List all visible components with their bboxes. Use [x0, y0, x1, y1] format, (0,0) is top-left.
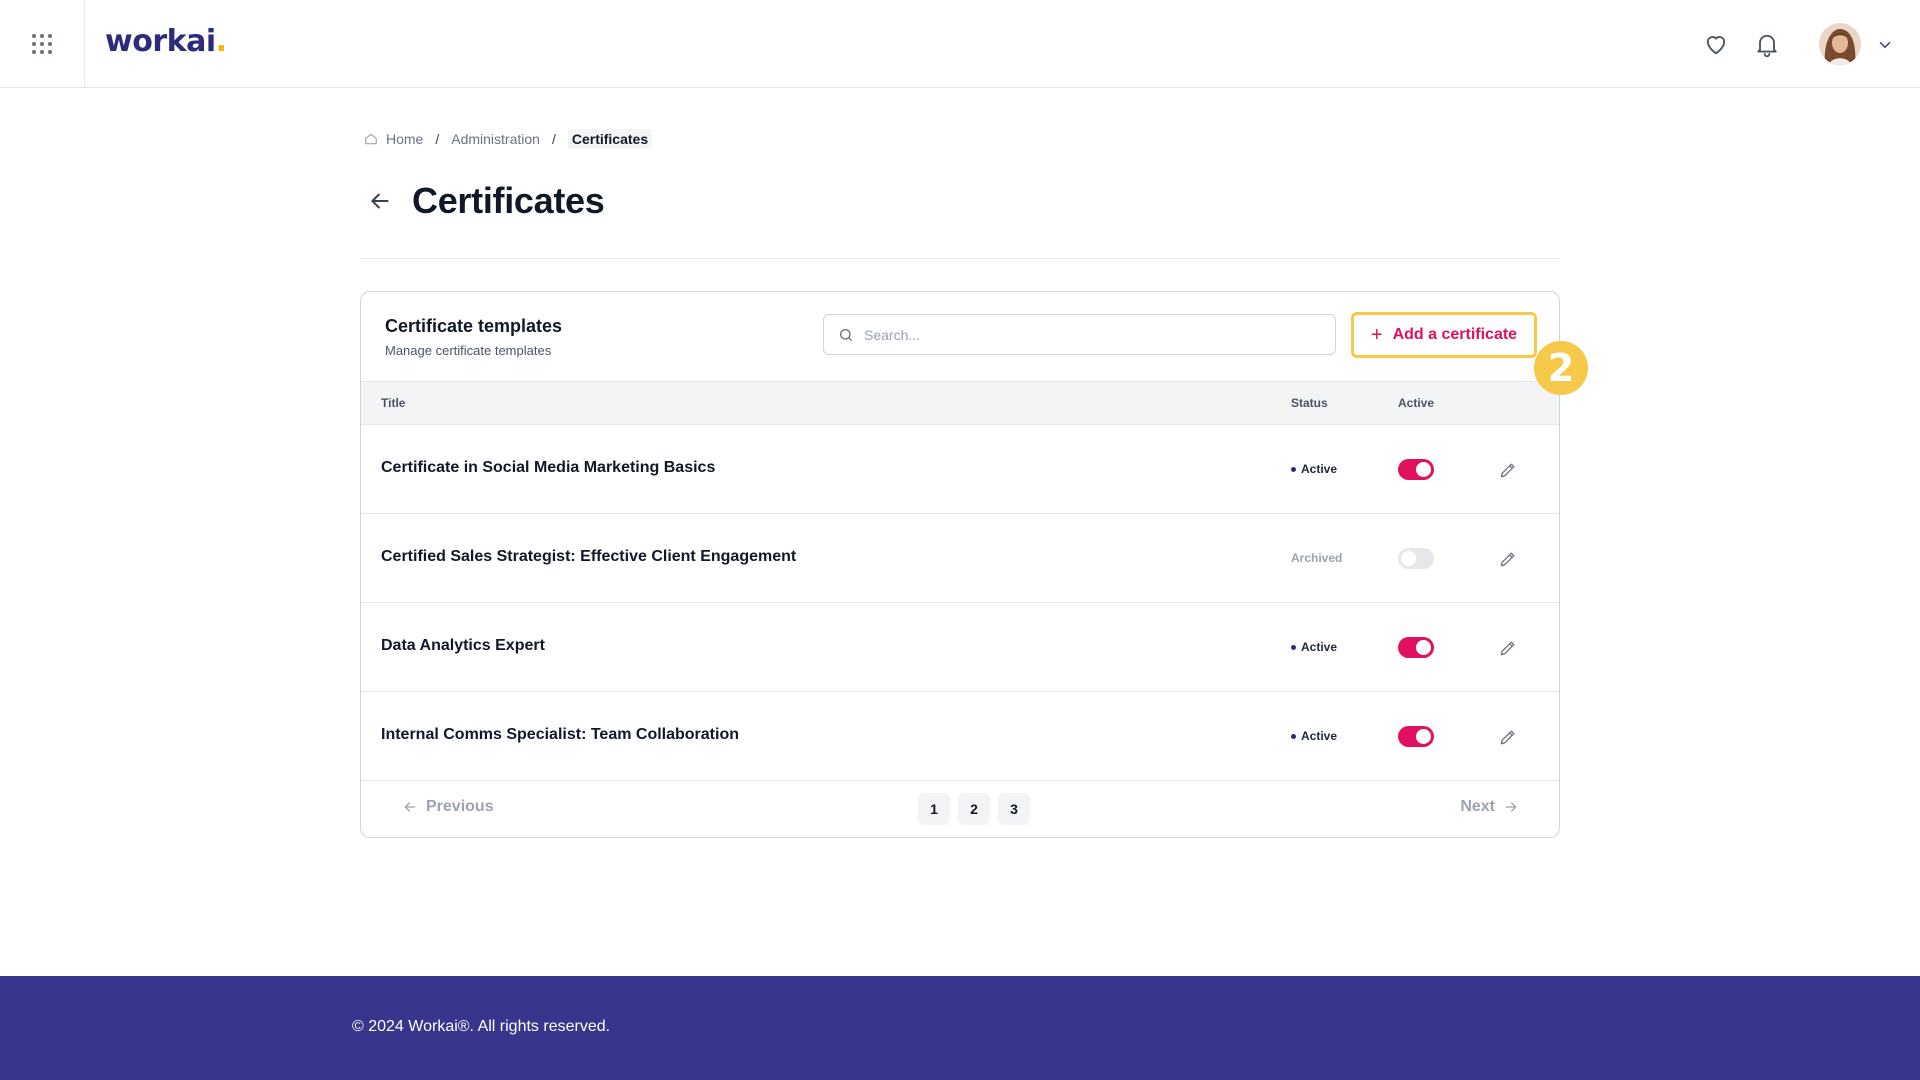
search-input[interactable] — [864, 326, 1304, 343]
table-row[interactable]: Certificate in Social Media Marketing Ba… — [361, 425, 1559, 514]
page-numbers: 1 2 3 — [918, 793, 1030, 825]
column-active[interactable]: Active — [1398, 396, 1434, 410]
page-2-button[interactable]: 2 — [958, 793, 990, 825]
previous-page-button[interactable]: Previous — [402, 798, 494, 816]
status-badge: Active — [1291, 729, 1337, 743]
table-row[interactable]: Data Analytics Expert Active — [361, 603, 1559, 692]
table-row[interactable]: Internal Comms Specialist: Team Collabor… — [361, 692, 1559, 781]
active-toggle[interactable] — [1398, 726, 1434, 747]
add-certificate-button[interactable]: + Add a certificate — [1351, 312, 1537, 358]
active-toggle[interactable] — [1398, 548, 1434, 569]
arrow-right-icon — [1505, 802, 1517, 812]
column-status[interactable]: Status — [1291, 396, 1328, 410]
card-header: Certificate templates Manage certificate… — [361, 292, 1559, 381]
breadcrumb-current: Certificates — [567, 129, 653, 149]
breadcrumb-administration[interactable]: Administration — [451, 131, 540, 147]
pagination: Previous 1 2 3 Next — [361, 780, 1559, 837]
active-toggle[interactable] — [1398, 459, 1434, 480]
breadcrumb-home[interactable]: Home — [386, 131, 423, 147]
bell-icon[interactable] — [1753, 30, 1781, 58]
table-row[interactable]: Certified Sales Strategist: Effective Cl… — [361, 514, 1559, 603]
top-bar: workai. — [0, 0, 1920, 88]
status-badge: Archived — [1291, 551, 1343, 565]
certificate-title[interactable]: Internal Comms Specialist: Team Collabor… — [381, 726, 739, 744]
apps-grid-icon — [32, 33, 52, 54]
pencil-icon[interactable] — [1498, 460, 1518, 480]
next-page-button[interactable]: Next — [1460, 798, 1519, 816]
add-certificate-label: Add a certificate — [1392, 326, 1518, 343]
next-label: Next — [1460, 798, 1495, 815]
search-icon — [840, 328, 852, 341]
home-icon — [365, 133, 377, 145]
status-badge: Active — [1291, 462, 1337, 476]
heart-icon[interactable] — [1702, 30, 1730, 58]
certificate-title[interactable]: Certificate in Social Media Marketing Ba… — [381, 459, 715, 477]
status-badge: Active — [1291, 640, 1337, 654]
breadcrumb-separator: / — [435, 131, 440, 147]
pencil-icon[interactable] — [1498, 638, 1518, 658]
page-1-button[interactable]: 1 — [918, 793, 950, 825]
divider — [360, 258, 1560, 259]
breadcrumb-separator: / — [551, 131, 556, 147]
page-3-button[interactable]: 3 — [998, 793, 1030, 825]
card-subtitle: Manage certificate templates — [385, 343, 552, 358]
search-box[interactable] — [823, 314, 1336, 355]
user-avatar[interactable] — [1819, 23, 1861, 65]
pencil-icon[interactable] — [1498, 549, 1518, 569]
column-title[interactable]: Title — [381, 396, 405, 410]
back-arrow-icon[interactable] — [367, 188, 393, 214]
chevron-down-icon[interactable] — [1876, 36, 1894, 54]
previous-label: Previous — [426, 798, 494, 815]
arrow-left-icon — [404, 802, 416, 812]
pencil-icon[interactable] — [1498, 727, 1518, 747]
breadcrumb: Home / Administration / Certificates — [364, 128, 653, 150]
page-title: Certificates — [412, 180, 605, 221]
certificate-title[interactable]: Data Analytics Expert — [381, 637, 545, 655]
certificate-title[interactable]: Certified Sales Strategist: Effective Cl… — [381, 548, 796, 566]
active-toggle[interactable] — [1398, 637, 1434, 658]
copyright-text: © 2024 Workai®. All rights reserved. — [352, 1018, 611, 1035]
apps-grid-button[interactable] — [0, 0, 85, 87]
card-title: Certificate templates — [385, 316, 563, 336]
table-header: Title Status Active — [361, 381, 1559, 425]
step-number-badge: 2 — [1534, 341, 1588, 395]
certificates-card: Certificate templates Manage certificate… — [360, 291, 1560, 838]
footer: © 2024 Workai®. All rights reserved. — [0, 976, 1920, 1080]
plus-icon: + — [1370, 324, 1383, 346]
workai-logo[interactable]: workai. — [105, 24, 227, 59]
